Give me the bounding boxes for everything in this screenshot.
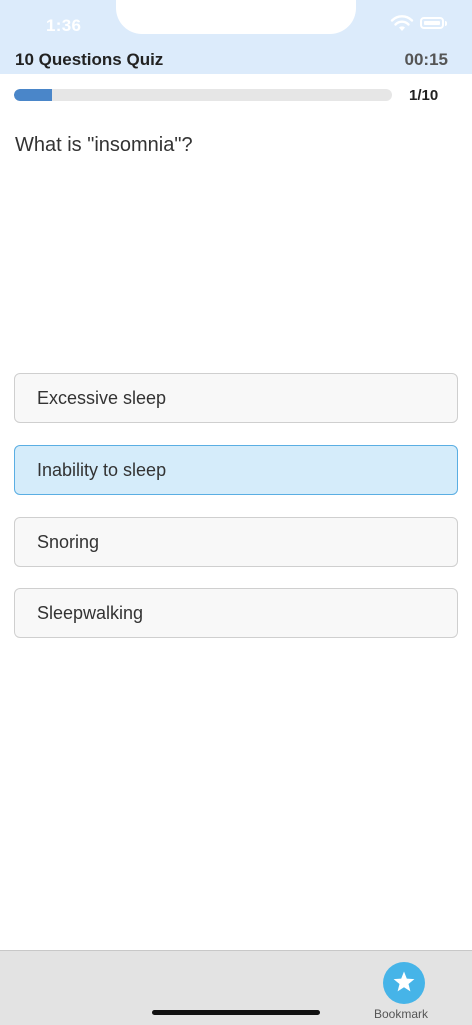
progress-label: 1/10 bbox=[409, 87, 439, 104]
star-icon bbox=[393, 971, 415, 992]
bookmark-label[interactable]: Bookmark bbox=[374, 1007, 428, 1021]
battery-icon bbox=[420, 17, 444, 29]
question-text: What is "insomnia"? bbox=[15, 134, 193, 156]
answer-option-2[interactable]: Inability to sleep bbox=[14, 445, 458, 495]
quiz-timer: 00:15 bbox=[404, 50, 448, 69]
quiz-title: 10 Questions Quiz bbox=[15, 50, 164, 69]
answer-option-1[interactable]: Excessive sleep bbox=[14, 373, 458, 423]
device-notch bbox=[116, 0, 356, 34]
answer-option-4[interactable]: Sleepwalking bbox=[14, 588, 458, 638]
progress-fill bbox=[14, 89, 52, 101]
progress-bar bbox=[14, 89, 392, 101]
wifi-icon bbox=[390, 15, 414, 31]
answer-option-3[interactable]: Snoring bbox=[14, 517, 458, 567]
home-indicator bbox=[152, 1010, 320, 1015]
status-time: 1:36 bbox=[46, 16, 82, 35]
bookmark-button[interactable] bbox=[383, 962, 425, 1004]
